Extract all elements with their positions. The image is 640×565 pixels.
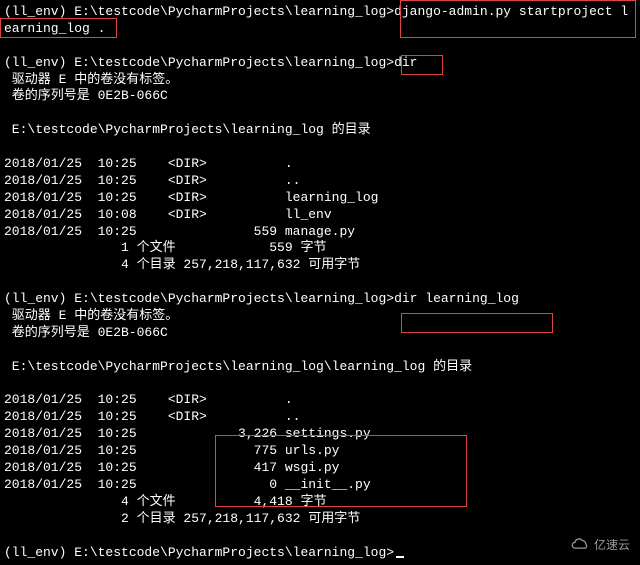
dir-entry: 2018/01/25 10:25 417 wsgi.py	[4, 460, 636, 477]
blank-line	[4, 38, 636, 55]
dir-entry: 2018/01/25 10:25 559 manage.py	[4, 224, 636, 241]
dir-summary: 1 个文件 559 字节	[4, 240, 636, 257]
volume-info: 驱动器 E 中的卷没有标签。	[4, 308, 636, 325]
watermark-text: 亿速云	[594, 538, 630, 554]
command-text: django-admin.py startproject l	[394, 4, 628, 19]
cloud-icon	[570, 537, 590, 556]
dir-entry: 2018/01/25 10:08 <DIR> ll_env	[4, 207, 636, 224]
cursor-icon	[396, 556, 404, 558]
terminal-line: (ll_env) E:\testcode\PycharmProjects\lea…	[4, 55, 636, 72]
blank-line	[4, 105, 636, 122]
prompt: (ll_env) E:\testcode\PycharmProjects\lea…	[4, 55, 394, 70]
dir-entry: 2018/01/25 10:25 <DIR> ..	[4, 173, 636, 190]
command-text: dir learning_log	[394, 291, 519, 306]
blank-line	[4, 139, 636, 156]
dir-entry: 2018/01/25 10:25 775 urls.py	[4, 443, 636, 460]
blank-line	[4, 274, 636, 291]
blank-line	[4, 528, 636, 545]
dir-entry: 2018/01/25 10:25 <DIR> learning_log	[4, 190, 636, 207]
command-text: dir	[394, 55, 417, 70]
dir-entry: 2018/01/25 10:25 <DIR> .	[4, 392, 636, 409]
prompt: (ll_env) E:\testcode\PycharmProjects\lea…	[4, 545, 394, 560]
dir-entry: 2018/01/25 10:25 <DIR> .	[4, 156, 636, 173]
dir-summary: 2 个目录 257,218,117,632 可用字节	[4, 511, 636, 528]
terminal-line: earning_log .	[4, 21, 636, 38]
watermark: 亿速云	[570, 537, 630, 556]
volume-serial: 卷的序列号是 0E2B-066C	[4, 88, 636, 105]
terminal-line: (ll_env) E:\testcode\PycharmProjects\lea…	[4, 4, 636, 21]
volume-serial: 卷的序列号是 0E2B-066C	[4, 325, 636, 342]
dir-entry: 2018/01/25 10:25 <DIR> ..	[4, 409, 636, 426]
dir-entry: 2018/01/25 10:25 0 __init__.py	[4, 477, 636, 494]
blank-line	[4, 342, 636, 359]
terminal-line[interactable]: (ll_env) E:\testcode\PycharmProjects\lea…	[4, 545, 636, 562]
dir-entry: 2018/01/25 10:25 3,226 settings.py	[4, 426, 636, 443]
prompt: (ll_env) E:\testcode\PycharmProjects\lea…	[4, 291, 394, 306]
volume-info: 驱动器 E 中的卷没有标签。	[4, 72, 636, 89]
prompt: (ll_env) E:\testcode\PycharmProjects\lea…	[4, 4, 394, 19]
dir-header: E:\testcode\PycharmProjects\learning_log…	[4, 122, 636, 139]
terminal-line: (ll_env) E:\testcode\PycharmProjects\lea…	[4, 291, 636, 308]
dir-summary: 4 个文件 4,418 字节	[4, 494, 636, 511]
dir-header: E:\testcode\PycharmProjects\learning_log…	[4, 359, 636, 376]
blank-line	[4, 376, 636, 393]
dir-summary: 4 个目录 257,218,117,632 可用字节	[4, 257, 636, 274]
